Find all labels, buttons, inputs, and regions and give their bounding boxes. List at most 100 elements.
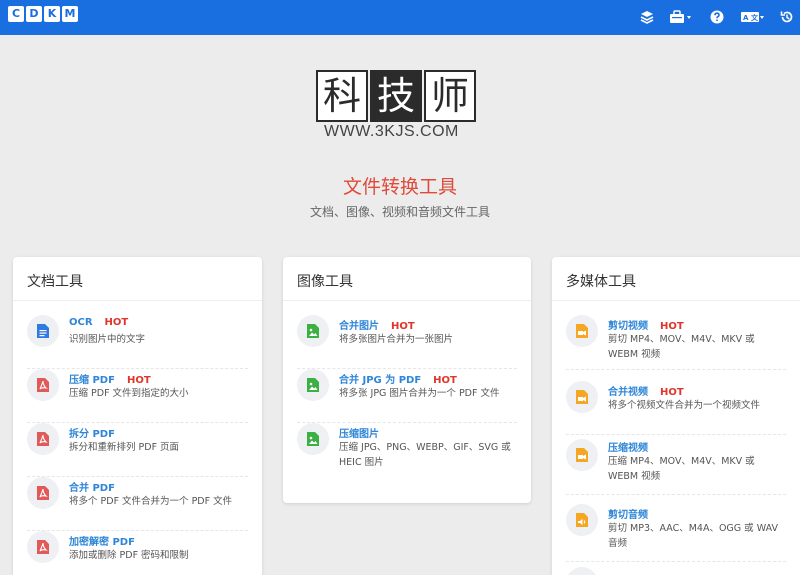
- tool-name[interactable]: OCR: [69, 317, 93, 328]
- tools-menu-button[interactable]: [669, 7, 693, 27]
- tool-item-description: 压缩 PDF 文件到指定的大小: [69, 388, 189, 399]
- tool-item-name[interactable]: 剪切音频: [608, 506, 660, 521]
- tool-item-compress-images[interactable]: 压缩图片 压缩 JPG、PNG、WEBP、GIF、SVG 或 HEIC 图片: [297, 423, 517, 483]
- top-navbar: C D K M A 文: [0, 0, 800, 35]
- tool-item-icon: [566, 439, 598, 471]
- hot-badge: HOT: [126, 375, 151, 386]
- hot-badge: HOT: [104, 317, 129, 328]
- tool-name[interactable]: 剪切视频: [608, 321, 648, 332]
- toolbox-icon: [670, 10, 691, 23]
- language-button[interactable]: A 文: [740, 7, 766, 27]
- tool-item-description: 压缩 MP4、MOV、M4V、MKV 或 WEBM 视频: [608, 456, 755, 482]
- tool-item-name[interactable]: 合并图片 HOT: [339, 317, 415, 332]
- help-button[interactable]: [710, 7, 724, 27]
- pdf-icon: [37, 432, 49, 446]
- tool-item-merge-video[interactable]: 合并视频 HOT 将多个视频文件合并为一个视频文件: [566, 381, 786, 435]
- tool-item-name[interactable]: 剪切视频 HOT: [608, 317, 684, 332]
- document-icon: [37, 324, 49, 338]
- tool-item-description: 将多张 JPG 图片合并为一个 PDF 文件: [339, 388, 500, 399]
- page-title: 文件转换工具: [342, 176, 457, 198]
- tool-item-description: 压缩 JPG、PNG、WEBP、GIF、SVG 或 HEIC 图片: [339, 442, 511, 468]
- tool-item-jpg-to-pdf[interactable]: 合并 JPG 为 PDF HOT 将多张 JPG 图片合并为一个 PDF 文件: [297, 369, 517, 423]
- caret-down-icon: [760, 16, 764, 19]
- page-subtitle: 文档、图像、视频和音频文件工具: [309, 205, 490, 219]
- tool-item-cut-audio[interactable]: 剪切音频 剪切 MP3、AAC、M4A、OGG 或 WAV 音频: [566, 504, 786, 562]
- tool-item-description: 识别图片中的文字: [69, 334, 146, 345]
- image-icon: [307, 378, 319, 392]
- tool-item-icon: [566, 315, 598, 347]
- tool-item-description: 将多张图片合并为一张图片: [339, 334, 454, 345]
- tool-name[interactable]: 合并图片: [339, 321, 379, 332]
- tool-name[interactable]: 加密解密 PDF: [69, 537, 135, 548]
- tool-item-compress-pdf[interactable]: 压缩 PDF HOT 压缩 PDF 文件到指定的大小: [27, 369, 248, 423]
- tool-item-icon: [27, 369, 59, 401]
- help-icon: [710, 10, 724, 24]
- card-divider: [552, 300, 800, 301]
- hot-badge: HOT: [660, 387, 684, 398]
- tool-item-name[interactable]: 合并 PDF: [69, 479, 127, 494]
- logo-char: 技: [370, 70, 422, 122]
- tool-item-split-pdf[interactable]: 拆分 PDF 拆分和重新排列 PDF 页面: [27, 423, 248, 477]
- tool-item-description: 剪切 MP4、MOV、M4V、MKV 或 WEBM 视频: [608, 334, 755, 360]
- tool-item-cut-video[interactable]: 剪切视频 HOT 剪切 MP4、MOV、M4V、MKV 或 WEBM 视频: [566, 315, 786, 370]
- pdf-icon: [37, 486, 49, 500]
- history-icon: [780, 11, 793, 23]
- tool-item-icon: [566, 567, 598, 575]
- audio-icon: [576, 513, 588, 527]
- tool-item-name[interactable]: 合并视频 HOT: [608, 383, 684, 398]
- caret-down-icon: [687, 16, 691, 19]
- tool-name[interactable]: 剪切音频: [608, 510, 648, 521]
- tool-name[interactable]: 合并 JPG 为 PDF: [339, 375, 421, 386]
- tool-item-partial[interactable]: [566, 567, 786, 575]
- language-icon: A 文: [741, 12, 764, 22]
- logo-url: WWW.3KJS.COM: [324, 123, 459, 140]
- logo-characters: 科 技 师: [316, 70, 476, 122]
- history-button[interactable]: [780, 7, 794, 27]
- tool-item-merge-pdf[interactable]: 合并 PDF 将多个 PDF 文件合并为一个 PDF 文件: [27, 477, 248, 531]
- hot-badge: HOT: [433, 375, 457, 386]
- tool-name[interactable]: 压缩视频: [608, 443, 648, 454]
- tool-item-name[interactable]: 合并 JPG 为 PDF HOT: [339, 371, 457, 386]
- tool-name[interactable]: 合并视频: [608, 387, 648, 398]
- tool-item-name[interactable]: OCR HOT: [69, 317, 128, 328]
- hot-badge: HOT: [391, 321, 415, 332]
- tool-name[interactable]: 拆分 PDF: [69, 429, 115, 440]
- tool-item-icon: [297, 369, 329, 401]
- tool-item-icon: [27, 423, 59, 455]
- card-title: 多媒体工具: [566, 274, 636, 290]
- image-icon: [307, 324, 319, 338]
- tool-item-name[interactable]: 压缩视频: [608, 439, 660, 454]
- card-divider: [283, 300, 531, 301]
- tool-item-ocr[interactable]: OCR HOT 识别图片中的文字: [27, 315, 248, 369]
- brand-logo[interactable]: C D K M: [8, 6, 78, 22]
- card-title: 文档工具: [27, 274, 83, 290]
- image-icon: [307, 432, 319, 446]
- tool-item-name[interactable]: 压缩图片: [339, 425, 391, 440]
- tool-item-icon: [297, 315, 329, 347]
- tool-item-icon: [27, 477, 59, 509]
- video-icon: [576, 324, 588, 338]
- tool-name[interactable]: 压缩图片: [339, 429, 379, 440]
- tool-item-name[interactable]: 压缩 PDF HOT: [69, 371, 151, 386]
- tool-item-description: 拆分和重新排列 PDF 页面: [69, 442, 180, 453]
- tool-item-icon: [27, 315, 59, 347]
- pdf-icon: [37, 540, 49, 554]
- tool-item-description: 剪切 MP3、AAC、M4A、OGG 或 WAV 音频: [608, 523, 778, 549]
- tool-item-icon: [566, 504, 598, 536]
- brand-letter: M: [62, 6, 78, 22]
- tool-item-description: 添加或删除 PDF 密码和限制: [69, 550, 189, 561]
- tool-item-name[interactable]: 拆分 PDF: [69, 425, 127, 440]
- layers-button[interactable]: [640, 7, 654, 27]
- tool-name[interactable]: 合并 PDF: [69, 483, 115, 494]
- tool-name[interactable]: 压缩 PDF: [69, 375, 115, 386]
- card-title: 图像工具: [297, 274, 353, 290]
- tool-item-name[interactable]: 加密解密 PDF: [69, 533, 147, 548]
- card-divider: [13, 300, 262, 301]
- tool-item-compress-video[interactable]: 压缩视频 压缩 MP4、MOV、M4V、MKV 或 WEBM 视频: [566, 435, 786, 495]
- brand-letter: D: [26, 6, 42, 22]
- tool-item-merge-images[interactable]: 合并图片 HOT 将多张图片合并为一张图片: [297, 315, 517, 369]
- tool-item-encrypt-pdf[interactable]: 加密解密 PDF 添加或删除 PDF 密码和限制: [27, 531, 248, 575]
- brand-letter: C: [8, 6, 24, 22]
- pdf-icon: [37, 378, 49, 392]
- svg-text:文: 文: [751, 13, 759, 22]
